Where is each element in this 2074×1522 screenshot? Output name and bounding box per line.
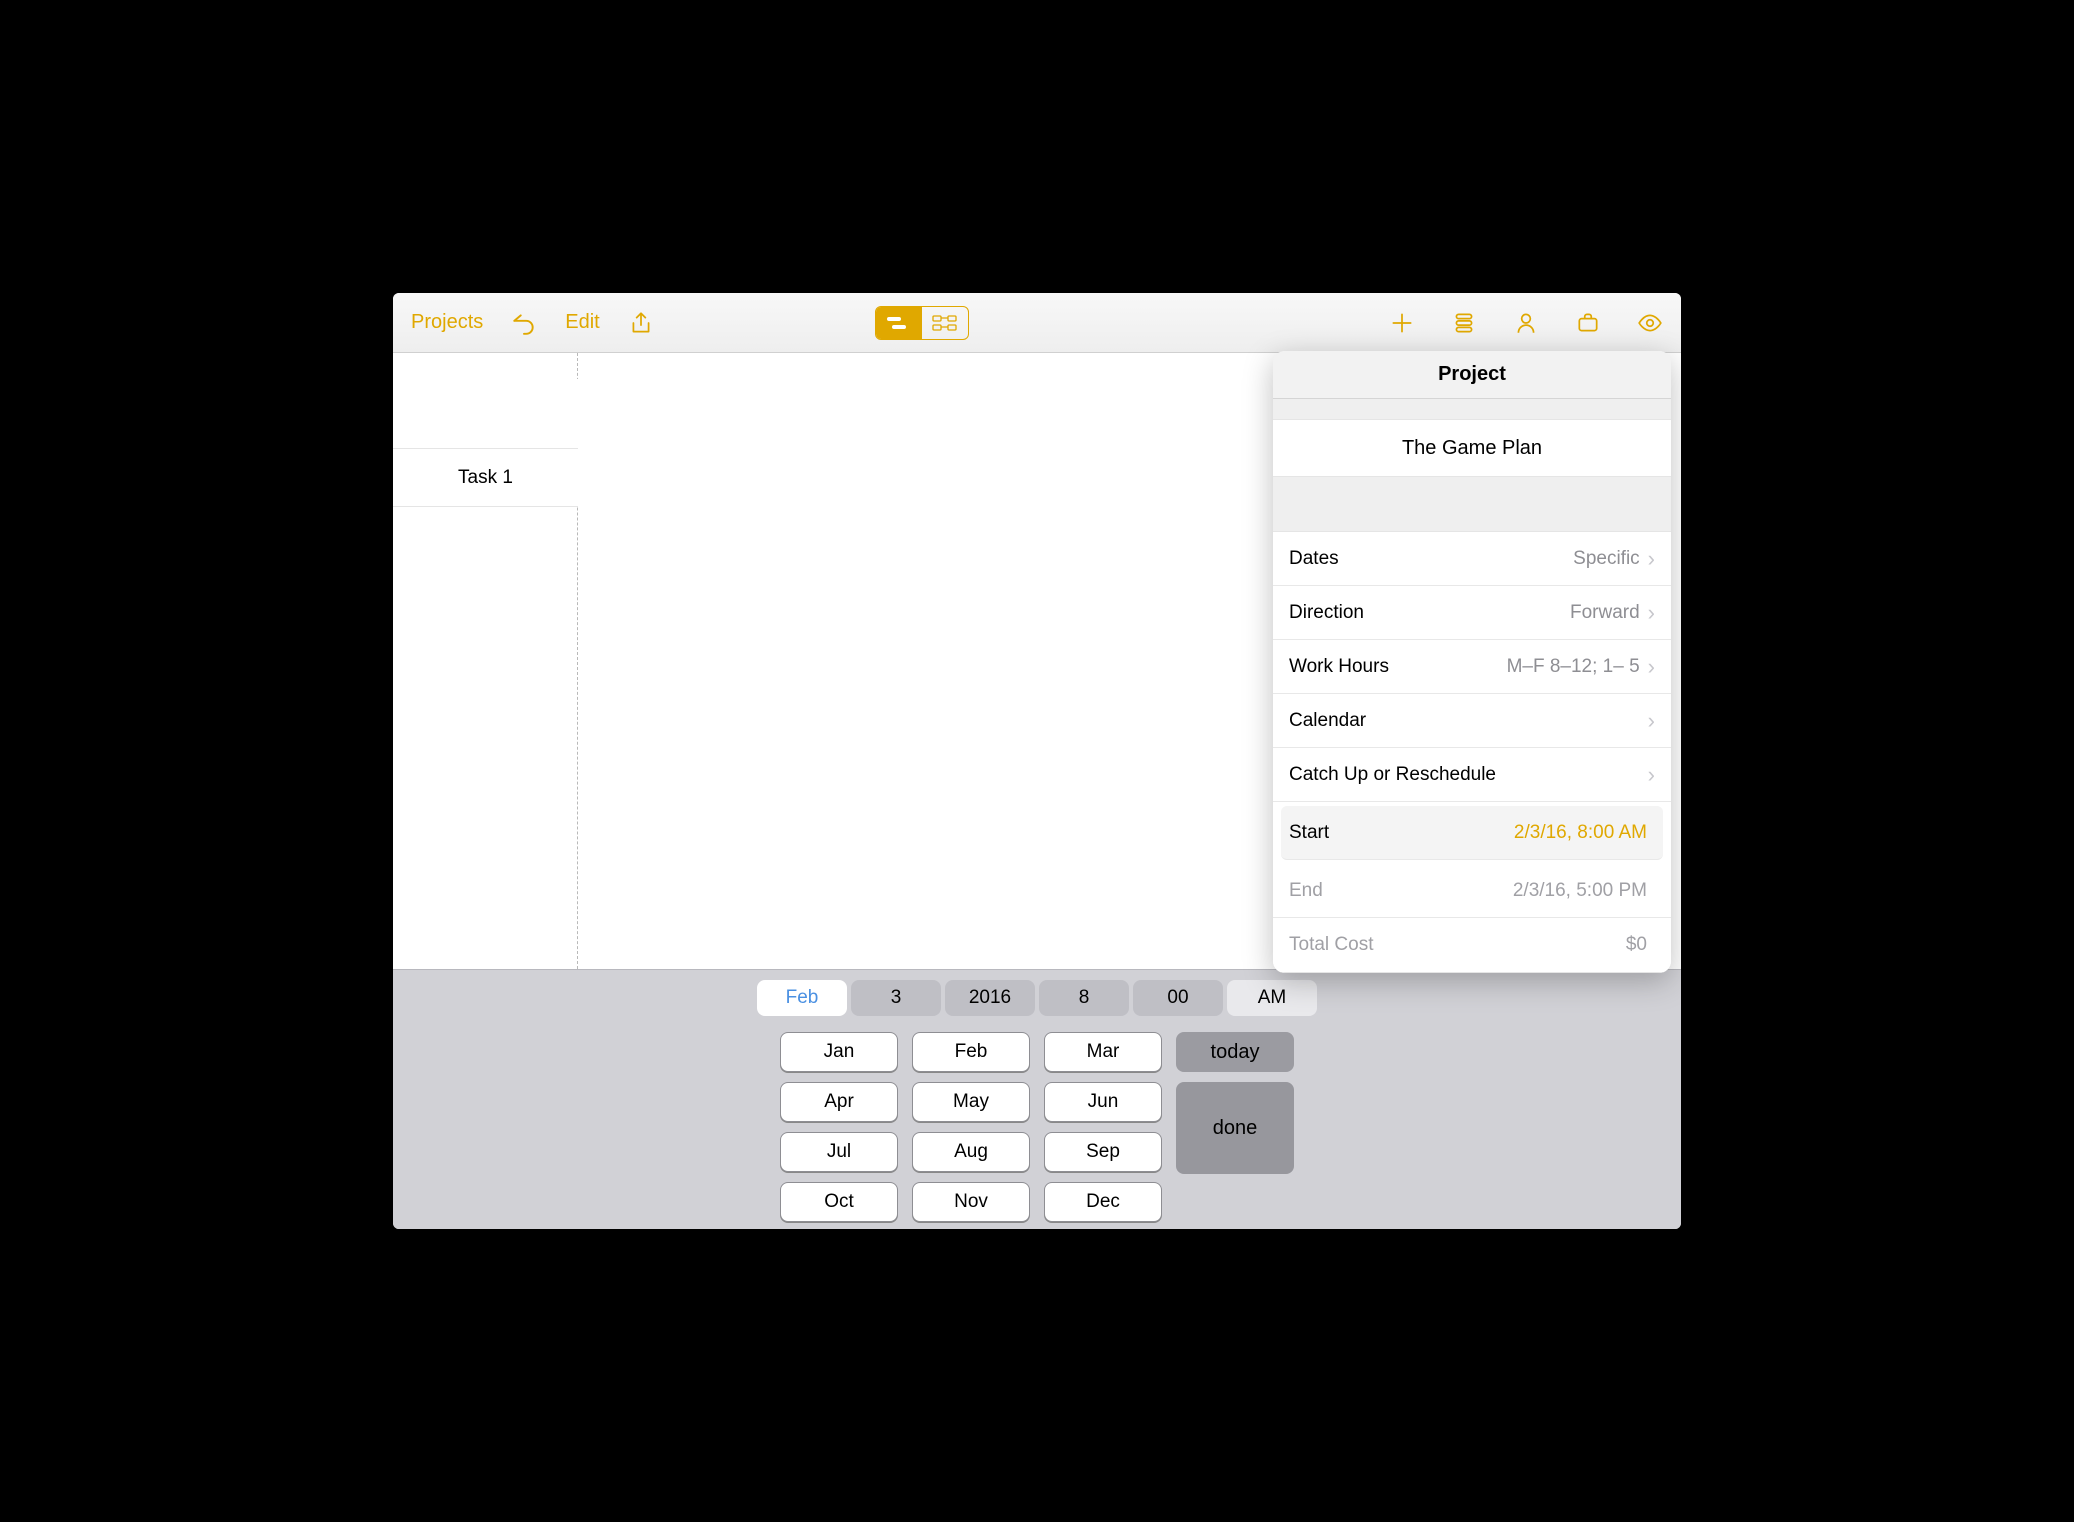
inspector-title: Project bbox=[1273, 351, 1671, 399]
chevron-right-icon: › bbox=[1648, 600, 1655, 626]
picker-grid: Jan Apr Jul Oct Feb May Aug Nov Mar Jun … bbox=[393, 1024, 1681, 1229]
view-gantt-tab[interactable] bbox=[876, 307, 922, 339]
end-label: End bbox=[1289, 880, 1513, 902]
direction-value: Forward bbox=[1570, 602, 1640, 624]
end-row[interactable]: End 2/3/16, 5:00 PM bbox=[1273, 864, 1671, 918]
catchup-label: Catch Up or Reschedule bbox=[1289, 764, 1648, 786]
month-button[interactable]: Sep bbox=[1044, 1132, 1162, 1172]
workhours-row[interactable]: Work Hours M–F 8–12; 1– 5 › bbox=[1273, 640, 1671, 694]
picker-tab-month[interactable]: Feb bbox=[757, 980, 847, 1016]
gantt-view-icon bbox=[884, 313, 914, 333]
start-value: 2/3/16, 8:00 AM bbox=[1514, 822, 1647, 844]
resources-button[interactable] bbox=[1513, 310, 1539, 336]
person-icon bbox=[1513, 310, 1539, 336]
app-window: Projects Edit bbox=[393, 293, 1681, 1229]
done-button[interactable]: done bbox=[1176, 1082, 1294, 1174]
month-button[interactable]: Aug bbox=[912, 1132, 1030, 1172]
dates-label: Dates bbox=[1289, 548, 1573, 570]
catchup-row[interactable]: Catch Up or Reschedule › bbox=[1273, 748, 1671, 802]
task-label: Task 1 bbox=[393, 467, 578, 489]
share-icon bbox=[628, 310, 654, 336]
direction-label: Direction bbox=[1289, 602, 1570, 624]
project-inspector-button[interactable] bbox=[1575, 310, 1601, 336]
month-button[interactable]: Oct bbox=[780, 1182, 898, 1222]
month-button[interactable]: Apr bbox=[780, 1082, 898, 1122]
project-inspector-popover: Project The Game Plan Dates Specific › D… bbox=[1273, 351, 1671, 973]
chevron-right-icon: › bbox=[1648, 708, 1655, 734]
picker-tab-day[interactable]: 3 bbox=[851, 980, 941, 1016]
network-view-icon bbox=[930, 313, 960, 333]
totalcost-label: Total Cost bbox=[1289, 934, 1626, 956]
view-network-tab[interactable] bbox=[922, 307, 968, 339]
workhours-label: Work Hours bbox=[1289, 656, 1507, 678]
plus-icon bbox=[1389, 310, 1415, 336]
project-name-row[interactable]: The Game Plan bbox=[1273, 420, 1671, 476]
month-button[interactable]: Dec bbox=[1044, 1182, 1162, 1222]
date-picker: Feb 3 2016 8 00 AM Jan Apr Jul Oct Feb M… bbox=[393, 969, 1681, 1229]
calendar-label: Calendar bbox=[1289, 710, 1648, 732]
month-button[interactable]: Feb bbox=[912, 1032, 1030, 1072]
picker-tabs: Feb 3 2016 8 00 AM bbox=[393, 970, 1681, 1024]
eye-icon bbox=[1637, 310, 1663, 336]
edit-button[interactable]: Edit bbox=[565, 311, 599, 334]
today-button[interactable]: today bbox=[1176, 1032, 1294, 1072]
month-button[interactable]: Jul bbox=[780, 1132, 898, 1172]
month-button[interactable]: Jan bbox=[780, 1032, 898, 1072]
direction-row[interactable]: Direction Forward › bbox=[1273, 586, 1671, 640]
month-button[interactable]: Mar bbox=[1044, 1032, 1162, 1072]
end-value: 2/3/16, 5:00 PM bbox=[1513, 880, 1647, 902]
chevron-right-icon: › bbox=[1648, 762, 1655, 788]
picker-tab-year[interactable]: 2016 bbox=[945, 980, 1035, 1016]
picker-tab-minute[interactable]: 00 bbox=[1133, 980, 1223, 1016]
view-options-button[interactable] bbox=[1637, 310, 1663, 336]
share-button[interactable] bbox=[628, 310, 654, 336]
totalcost-value: $0 bbox=[1626, 934, 1647, 956]
picker-tab-ampm[interactable]: AM bbox=[1227, 980, 1317, 1016]
chevron-right-icon: › bbox=[1648, 654, 1655, 680]
chevron-right-icon: › bbox=[1648, 546, 1655, 572]
dates-row[interactable]: Dates Specific › bbox=[1273, 532, 1671, 586]
month-button[interactable]: Nov bbox=[912, 1182, 1030, 1222]
picker-tab-hour[interactable]: 8 bbox=[1039, 980, 1129, 1016]
undo-icon bbox=[511, 310, 537, 336]
styles-button[interactable] bbox=[1451, 310, 1477, 336]
calendar-row[interactable]: Calendar › bbox=[1273, 694, 1671, 748]
undo-button[interactable] bbox=[511, 310, 537, 336]
workhours-value: M–F 8–12; 1– 5 bbox=[1507, 656, 1640, 678]
toolbar: Projects Edit bbox=[393, 293, 1681, 353]
start-label: Start bbox=[1289, 822, 1514, 844]
month-button[interactable]: May bbox=[912, 1082, 1030, 1122]
start-row[interactable]: Start 2/3/16, 8:00 AM bbox=[1281, 806, 1663, 860]
styles-icon bbox=[1451, 310, 1477, 336]
totalcost-row[interactable]: Total Cost $0 bbox=[1273, 918, 1671, 972]
briefcase-icon bbox=[1575, 310, 1601, 336]
add-button[interactable] bbox=[1389, 310, 1415, 336]
view-segmented-control[interactable] bbox=[875, 306, 969, 340]
month-button[interactable]: Jun bbox=[1044, 1082, 1162, 1122]
dates-value: Specific bbox=[1573, 548, 1640, 570]
projects-button[interactable]: Projects bbox=[411, 311, 483, 334]
